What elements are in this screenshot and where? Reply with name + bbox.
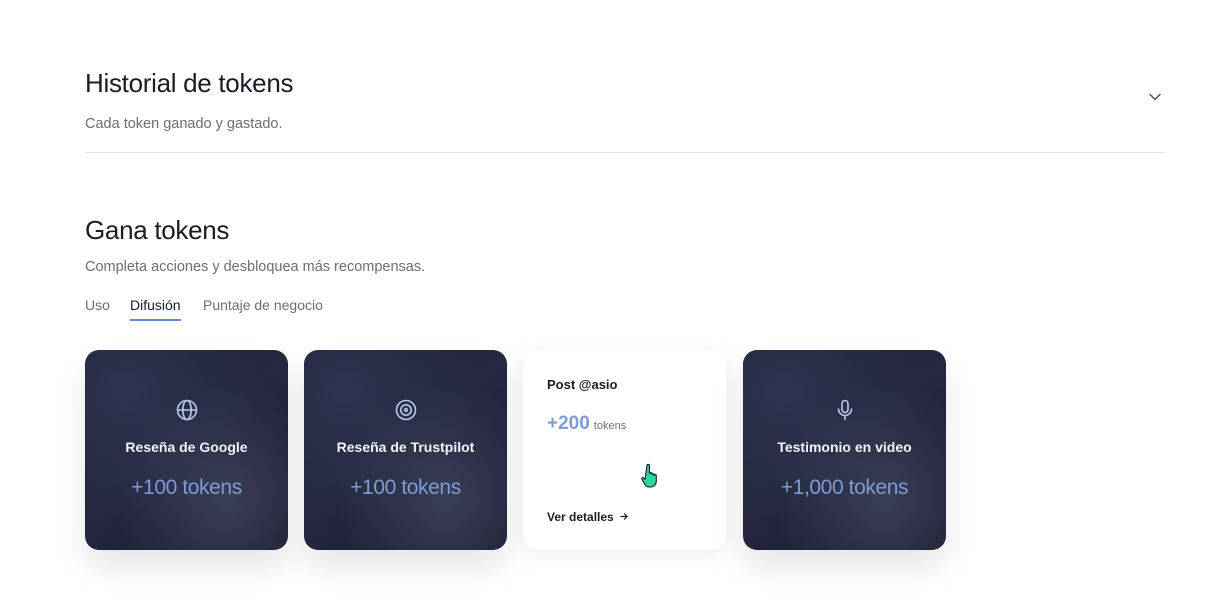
- token-history-section[interactable]: Historial de tokens Cada token ganado y …: [85, 68, 1166, 153]
- card-amount: +100 tokens: [350, 476, 461, 499]
- card-title: Post @asio: [547, 377, 618, 392]
- microphone-icon: [837, 399, 852, 421]
- card-amount: +100 tokens: [131, 476, 242, 499]
- card-name: Reseña de Trustpilot: [336, 439, 475, 455]
- target-icon: [395, 399, 416, 421]
- tab-puntaje-de-negocio[interactable]: Puntaje de negocio: [203, 297, 323, 319]
- amount-value: +200: [547, 413, 590, 434]
- history-title: Historial de tokens: [85, 68, 294, 98]
- card-trustpilot-review[interactable]: Reseña de Trustpilot +100 tokens: [304, 350, 507, 550]
- card-amount: +1,000 tokens: [780, 476, 909, 499]
- view-details-label: Ver detalles: [547, 510, 614, 524]
- earn-subtitle: Completa acciones y desbloquea más recom…: [85, 259, 426, 275]
- earn-title: Gana tokens: [85, 215, 230, 245]
- globe-icon: [176, 399, 197, 421]
- tab-difusion[interactable]: Difusión: [130, 297, 181, 321]
- card-name: Testimonio en video: [777, 439, 912, 455]
- hand-pointer-cursor-icon: [641, 463, 657, 488]
- amount-unit: tokens: [593, 420, 627, 432]
- tab-uso[interactable]: Uso: [85, 297, 110, 319]
- history-subtitle: Cada token ganado y gastado.: [85, 116, 283, 132]
- card-video-testimonial[interactable]: Testimonio en video +1,000 tokens: [743, 350, 946, 550]
- card-name: Reseña de Google: [125, 439, 248, 455]
- chevron-down-icon[interactable]: [1146, 88, 1164, 106]
- arrow-right-icon: [620, 513, 628, 520]
- card-google-review[interactable]: Reseña de Google +100 tokens: [85, 350, 288, 550]
- view-details-link[interactable]: Ver detalles: [547, 510, 629, 524]
- card-amount: +200 tokens: [547, 413, 626, 435]
- card-post-asio[interactable]: Post @asio +200 tokens Ver detalles: [523, 350, 726, 550]
